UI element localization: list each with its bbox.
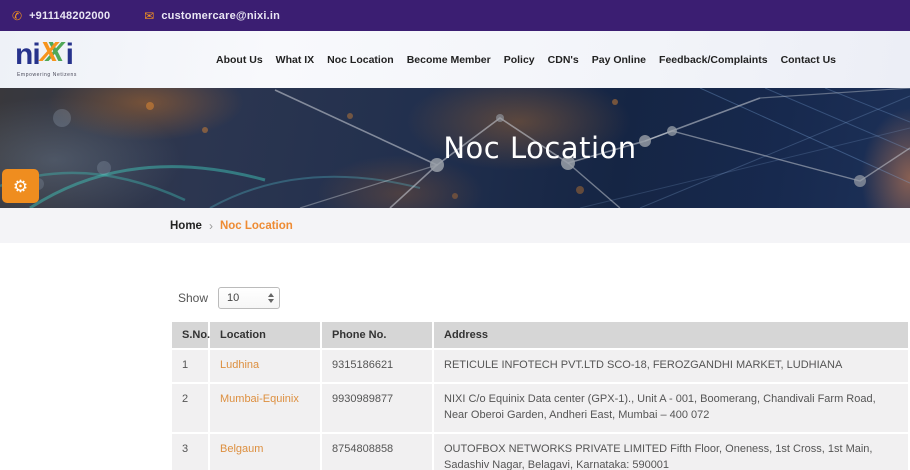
- column-header-phone: Phone No.: [322, 322, 432, 348]
- column-header-location: Location: [210, 322, 320, 348]
- nav-item-become-member[interactable]: Become Member: [407, 54, 491, 66]
- row3-location-link[interactable]: Belgaum: [210, 434, 320, 470]
- show-label: Show: [178, 291, 208, 305]
- breadcrumb: Home › Noc Location: [0, 208, 910, 243]
- row1-sno: 1: [172, 350, 208, 382]
- row3-phone: 8754808858: [322, 434, 432, 470]
- row2-address: NIXI C/o Equinix Data center (GPX-1)., U…: [434, 384, 908, 432]
- nav-menu: About Us What IX Noc Location Become Mem…: [216, 31, 836, 88]
- spinner-arrows-icon: [268, 293, 274, 303]
- nav-item-feedback-complaints[interactable]: Feedback/Complaints: [659, 54, 768, 66]
- column-header-sno: S.No.: [172, 322, 208, 348]
- phone-link[interactable]: ✆ +911148202000: [12, 10, 110, 22]
- main-navbar: ni X X i Empowering Netizens About Us Wh…: [0, 31, 910, 88]
- page-size-select[interactable]: 10: [218, 287, 280, 309]
- page-size-control: Show 10: [178, 287, 280, 309]
- phone-number: +911148202000: [29, 10, 110, 22]
- phone-icon: ✆: [12, 10, 22, 22]
- hero-banner: Noc Location: [0, 88, 910, 208]
- breadcrumb-home-link[interactable]: Home: [170, 220, 202, 232]
- email-address: customercare@nixi.in: [161, 10, 280, 22]
- settings-button[interactable]: ⚙: [2, 169, 39, 203]
- nav-item-policy[interactable]: Policy: [504, 54, 535, 66]
- nav-item-noc-location[interactable]: Noc Location: [327, 54, 394, 66]
- row1-phone: 9315186621: [322, 350, 432, 382]
- page-title: Noc Location: [443, 131, 636, 165]
- row3-sno: 3: [172, 434, 208, 470]
- page-size-value: 10: [227, 292, 239, 304]
- row2-phone: 9930989877: [322, 384, 432, 432]
- nav-item-about-us[interactable]: About Us: [216, 54, 263, 66]
- logo-text-i: i: [66, 40, 73, 70]
- nav-item-contact-us[interactable]: Contact Us: [781, 54, 836, 66]
- nixi-logo[interactable]: ni X X i Empowering Netizens: [15, 40, 77, 78]
- nav-item-cdns[interactable]: CDN's: [548, 54, 579, 66]
- top-contact-bar: ✆ +911148202000 ✉ customercare@nixi.in: [0, 0, 910, 31]
- nav-item-pay-online[interactable]: Pay Online: [592, 54, 646, 66]
- breadcrumb-current: Noc Location: [220, 220, 293, 232]
- logo-x-mark: X X: [40, 40, 66, 70]
- envelope-icon: ✉: [144, 10, 154, 22]
- row2-sno: 2: [172, 384, 208, 432]
- row2-location-link[interactable]: Mumbai-Equinix: [210, 384, 320, 432]
- row1-location-link[interactable]: Ludhina: [210, 350, 320, 382]
- logo-text-ni: ni: [15, 40, 40, 70]
- row1-address: RETICULE INFOTECH PVT.LTD SCO-18, FEROZG…: [434, 350, 908, 382]
- gear-icon: ⚙: [13, 178, 28, 195]
- row3-address: OUTOFBOX NETWORKS PRIVATE LIMITED Fifth …: [434, 434, 908, 470]
- nav-item-what-ix[interactable]: What IX: [276, 54, 315, 66]
- breadcrumb-separator: ›: [209, 219, 213, 233]
- column-header-address: Address: [434, 322, 908, 348]
- email-link[interactable]: ✉ customercare@nixi.in: [144, 10, 280, 22]
- noc-locations-table: S.No. Location Phone No. Address 1 Ludhi…: [172, 322, 908, 470]
- logo-tagline: Empowering Netizens: [15, 73, 77, 78]
